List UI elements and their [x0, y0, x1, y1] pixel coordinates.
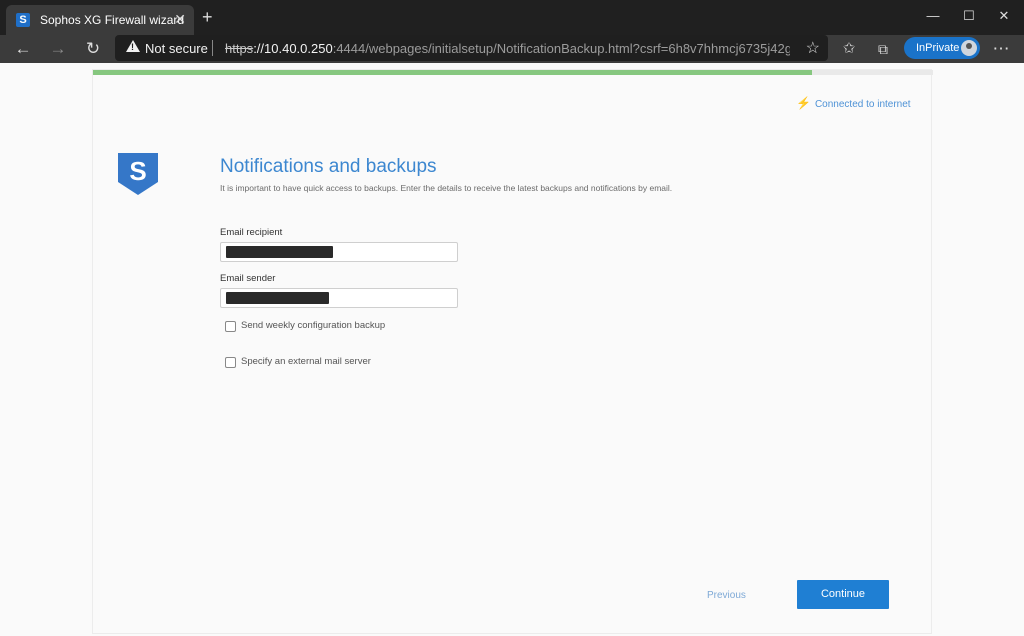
- favorite-star-icon[interactable]: ☆: [806, 38, 820, 58]
- external-mail-label[interactable]: Specify an external mail server: [241, 356, 371, 367]
- connection-status-label: Connected to internet: [814, 99, 911, 110]
- continue-button[interactable]: Continue: [797, 580, 889, 609]
- page-viewport: ⚡ Connected to internet S Notifications a…: [0, 63, 1024, 636]
- page-subtitle: It is important to have quick access to …: [220, 183, 673, 193]
- address-bar[interactable]: ! Not secure https://10.40.0.250:4444/we…: [115, 35, 828, 61]
- inprivate-label: InPrivate: [916, 42, 960, 54]
- sophos-favicon-icon: S: [16, 13, 30, 27]
- sophos-shield-logo: S: [118, 153, 158, 195]
- email-recipient-input[interactable]: [220, 242, 458, 262]
- url-host: ://10.40.0.250: [253, 41, 333, 56]
- redacted-value: [226, 292, 329, 304]
- refresh-icon[interactable]: ↻: [82, 38, 104, 60]
- email-recipient-label: Email recipient: [220, 227, 283, 238]
- logo-letter: S: [129, 156, 146, 186]
- more-icon[interactable]: ⋯: [990, 38, 1012, 60]
- maximize-icon[interactable]: ☐: [954, 6, 984, 26]
- favorites-icon[interactable]: ✩: [838, 38, 860, 60]
- url-text[interactable]: https://10.40.0.250:4444/webpages/initia…: [225, 41, 790, 56]
- browser-toolbar: ← → ↻ ! Not secure https://10.40.0.250:4…: [0, 35, 1024, 63]
- email-sender-input[interactable]: [220, 288, 458, 308]
- weekly-backup-label[interactable]: Send weekly configuration backup: [241, 320, 385, 331]
- email-sender-label: Email sender: [220, 273, 276, 284]
- browser-tab[interactable]: S Sophos XG Firewall wizard ✕: [6, 5, 194, 35]
- tab-close-icon[interactable]: ✕: [174, 11, 186, 28]
- url-scheme: https: [225, 41, 254, 56]
- connection-status: ⚡ Connected to internet: [796, 96, 911, 110]
- wizard-card: ⚡ Connected to internet S Notifications a…: [92, 69, 933, 634]
- wizard-progress-bar: [93, 70, 933, 75]
- back-arrow-icon[interactable]: ←: [12, 38, 34, 60]
- wizard-progress-fill: [93, 70, 813, 75]
- security-status[interactable]: Not secure: [145, 41, 208, 56]
- address-divider: [212, 40, 213, 56]
- page-title: Notifications and backups: [220, 156, 437, 177]
- forward-arrow-icon[interactable]: →: [47, 38, 69, 60]
- warning-icon: !: [126, 40, 140, 52]
- plug-connected-icon: ⚡: [796, 96, 811, 110]
- close-icon[interactable]: ✕: [989, 6, 1019, 26]
- weekly-backup-checkbox[interactable]: [225, 321, 236, 332]
- url-path: :4444/webpages/initialsetup/Notification…: [332, 41, 790, 56]
- new-tab-icon[interactable]: +: [202, 8, 213, 26]
- collections-icon[interactable]: ⧉: [872, 38, 894, 60]
- previous-button[interactable]: Previous: [707, 590, 746, 601]
- minimize-icon[interactable]: —: [918, 6, 948, 26]
- profile-avatar-icon: [961, 40, 977, 56]
- redacted-value: [226, 246, 333, 258]
- external-mail-checkbox[interactable]: [225, 357, 236, 368]
- browser-titlebar: S Sophos XG Firewall wizard ✕ + — ☐ ✕: [0, 0, 1024, 35]
- inprivate-badge[interactable]: InPrivate: [904, 37, 980, 59]
- tab-title: Sophos XG Firewall wizard: [40, 13, 185, 27]
